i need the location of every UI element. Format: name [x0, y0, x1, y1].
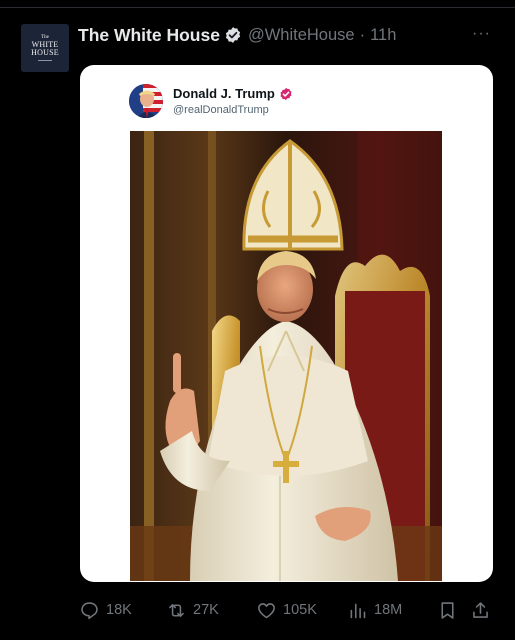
author-display-name[interactable]: The White House	[78, 25, 220, 46]
verified-badge-icon[interactable]	[279, 87, 293, 101]
quoted-name-row: Donald J. Trump	[173, 86, 293, 101]
reply-icon	[81, 601, 98, 619]
views-chart-icon	[350, 603, 366, 618]
bookmark-button[interactable]	[437, 596, 464, 624]
action-bar: 18K 27K 105K 18M	[0, 596, 515, 624]
quoted-post-card[interactable]: Donald J. Trump @realDonaldTrump	[80, 65, 493, 582]
share-icon	[473, 601, 488, 618]
repost-count: 27K	[193, 602, 219, 618]
avatar-rule	[38, 60, 52, 61]
flag-portrait-icon	[129, 84, 163, 118]
quoted-post-image[interactable]	[130, 131, 442, 581]
post-header: The White House @WhiteHouse · 11h	[78, 23, 396, 47]
reply-count: 18K	[106, 602, 132, 618]
like-count: 105K	[283, 602, 317, 618]
share-button[interactable]	[470, 596, 497, 624]
like-button[interactable]: 105K	[256, 596, 317, 624]
heart-icon	[258, 602, 275, 618]
avatar-text-line: HOUSE	[31, 48, 59, 57]
author-avatar[interactable]: The WHITE HOUSE	[21, 24, 69, 72]
quoted-handle[interactable]: @realDonaldTrump	[173, 104, 269, 116]
reply-button[interactable]: 18K	[79, 596, 132, 624]
separator-dot: ·	[359, 25, 366, 44]
gold-verified-badge-icon[interactable]	[224, 26, 242, 44]
bookmark-icon	[441, 601, 454, 619]
quoted-display-name[interactable]: Donald J. Trump	[173, 86, 275, 101]
more-options-icon[interactable]: ···	[472, 25, 491, 43]
quoted-author-avatar[interactable]	[129, 84, 163, 118]
views-count: 18M	[374, 602, 403, 618]
repost-icon	[169, 603, 184, 617]
post-timestamp[interactable]: 11h	[370, 26, 396, 45]
divider	[0, 7, 515, 8]
author-handle[interactable]: @WhiteHouse	[248, 26, 355, 45]
repost-button[interactable]: 27K	[166, 596, 219, 624]
views-button[interactable]: 18M	[347, 596, 402, 624]
